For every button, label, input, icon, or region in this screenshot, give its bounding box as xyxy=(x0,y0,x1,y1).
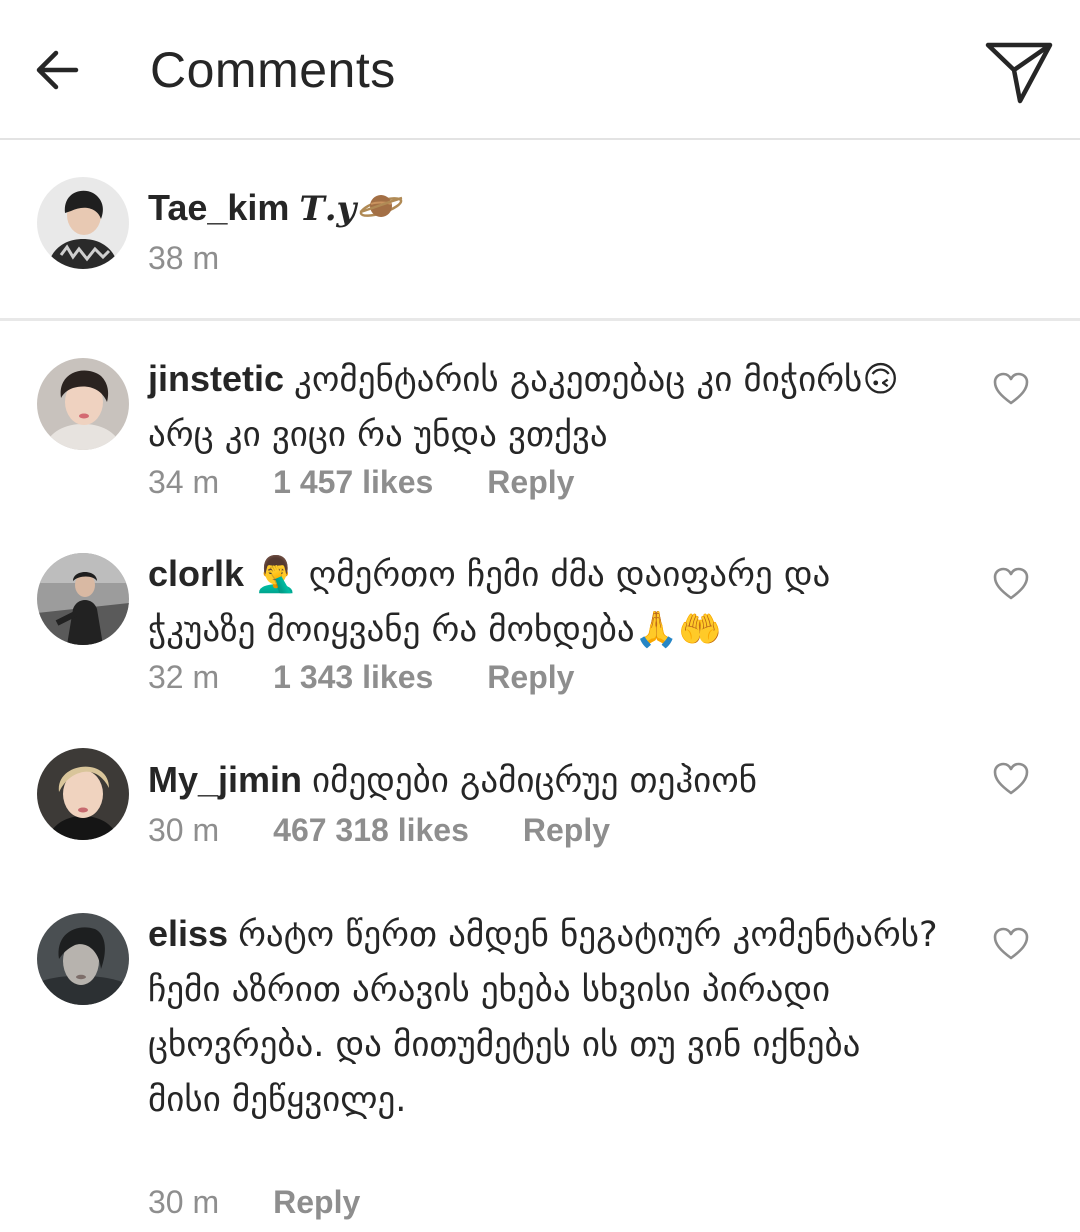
reply-button[interactable]: Reply xyxy=(487,460,574,504)
comment-time: 34 m xyxy=(148,464,220,500)
avatar[interactable] xyxy=(37,553,129,645)
reply-button[interactable]: Reply xyxy=(487,655,574,699)
heart-icon[interactable] xyxy=(992,566,1030,602)
send-icon[interactable] xyxy=(984,40,1054,106)
comment-username[interactable]: My_jimin xyxy=(148,759,302,800)
caption-username[interactable]: Tae_kim xyxy=(148,187,289,228)
caption-flair: 𝑻.𝒚 xyxy=(299,189,357,229)
comment-body: რატო წერთ ამდენ ნეგატიურ კომენტარს? ჩემი… xyxy=(148,915,938,1120)
likes-count[interactable]: 1 343 likes xyxy=(273,655,433,699)
comment-username[interactable]: eliss xyxy=(148,913,228,954)
comment-text: clorlk 🤦‍♂️ ღმერთო ჩემი ძმა დაიფარე და ჭკ… xyxy=(148,546,938,658)
comment-username[interactable]: clorlk xyxy=(148,553,244,594)
comment-time: 30 m xyxy=(148,812,220,848)
page-title: Comments xyxy=(150,42,396,98)
reply-button[interactable]: Reply xyxy=(523,808,610,852)
comment-time: 32 m xyxy=(148,659,220,695)
avatar[interactable] xyxy=(37,358,129,450)
comment-text: My_jimin იმედები გამიცრუე თეჰიონ xyxy=(148,752,938,809)
avatar[interactable] xyxy=(37,913,129,1005)
likes-count[interactable]: 1 457 likes xyxy=(273,460,433,504)
comment-meta: 30 m Reply xyxy=(148,1180,360,1224)
comment-time: 30 m xyxy=(148,1184,220,1220)
comment-meta: 30 m 467 318 likes Reply xyxy=(148,808,610,852)
ringed-planet-icon xyxy=(358,190,404,241)
comment-text: jinstetic კომენტარის გაკეთებაც კი მიჭირს🙃… xyxy=(148,351,938,463)
avatar[interactable] xyxy=(37,177,129,269)
comment-meta: 34 m 1 457 likes Reply xyxy=(148,460,574,504)
reply-button[interactable]: Reply xyxy=(273,1180,360,1224)
back-arrow-icon[interactable] xyxy=(30,42,86,98)
caption-author: Tae_kim 𝑻.𝒚 xyxy=(148,184,404,241)
comment-meta: 32 m 1 343 likes Reply xyxy=(148,655,574,699)
caption-time: 38 m xyxy=(148,240,220,276)
heart-icon[interactable] xyxy=(992,371,1030,407)
heart-icon[interactable] xyxy=(992,926,1030,962)
top-bar: Comments xyxy=(0,0,1080,140)
heart-icon[interactable] xyxy=(992,761,1030,797)
comment-body: იმედები გამიცრუე თეჰიონ xyxy=(312,761,758,801)
likes-count[interactable]: 467 318 likes xyxy=(273,808,469,852)
comment-text: eliss რატო წერთ ამდენ ნეგატიურ კომენტარს?… xyxy=(148,906,938,1128)
comment-body: 🤦‍♂️ ღმერთო ჩემი ძმა დაიფარე და ჭკუაზე მ… xyxy=(148,555,831,650)
comment-username[interactable]: jinstetic xyxy=(148,358,284,399)
avatar[interactable] xyxy=(37,748,129,840)
